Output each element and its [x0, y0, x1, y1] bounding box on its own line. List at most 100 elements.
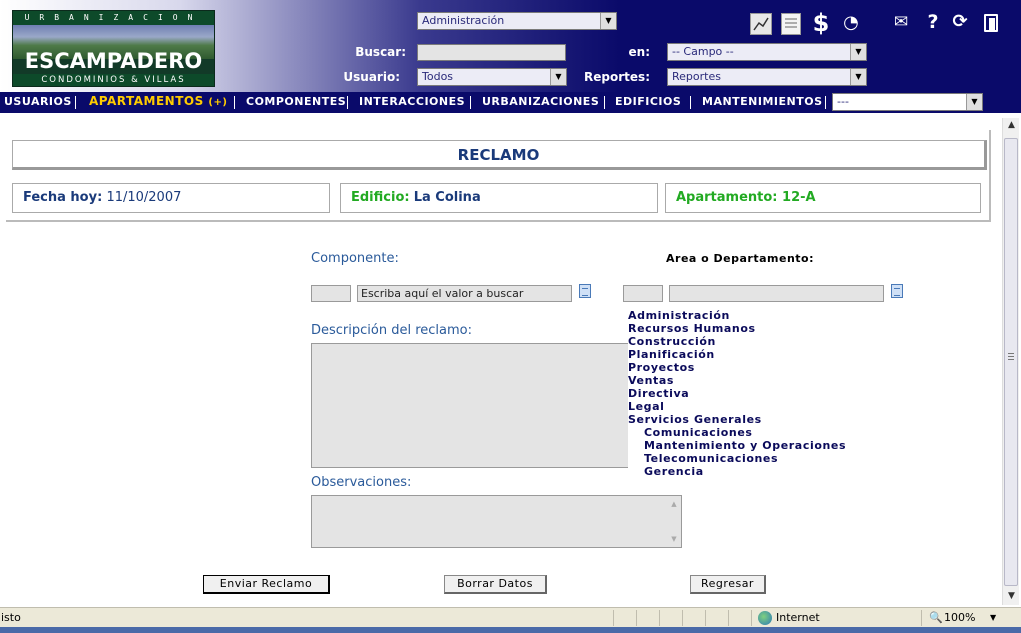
apartment-label: Apartamento:	[676, 190, 778, 205]
department-item[interactable]: Proyectos	[628, 361, 868, 374]
main-nav: USUARIOS APARTAMENTOS (+) COMPONENTES IN…	[0, 92, 1021, 113]
user-select-value: Todos	[422, 70, 454, 83]
area-label: Area o Departamento:	[666, 252, 814, 265]
scroll-up-icon[interactable]: ▲	[1003, 118, 1020, 132]
field-select[interactable]: -- Campo -- ▼	[667, 43, 867, 61]
nav-apartamentos[interactable]: APARTAMENTOS (+)	[89, 94, 227, 108]
claim-header-panel: RECLAMO Fecha hoy: 11/10/2007 Edificio: …	[6, 130, 991, 222]
nav-componentes[interactable]: COMPONENTES	[246, 95, 346, 108]
page-scrollbar[interactable]: ▲ ▼	[1002, 118, 1019, 605]
area-value-field[interactable]	[669, 285, 884, 302]
department-item[interactable]: Planificación	[628, 348, 868, 361]
zoom-level[interactable]: 100%	[944, 611, 975, 624]
nav-select[interactable]: --- ▼	[832, 93, 983, 111]
scroll-down-icon[interactable]: ▼	[1003, 589, 1020, 603]
send-claim-button[interactable]: Enviar Reclamo	[203, 575, 330, 594]
zoom-icon[interactable]: 🔍	[929, 611, 943, 624]
date-box: Fecha hoy: 11/10/2007	[12, 183, 330, 213]
back-button[interactable]: Regresar	[690, 575, 766, 594]
area-code-field[interactable]	[623, 285, 663, 302]
content-area: RECLAMO Fecha hoy: 11/10/2007 Edificio: …	[0, 113, 1002, 605]
document-icon[interactable]	[781, 13, 801, 35]
chevron-down-icon[interactable]: ▼	[990, 613, 996, 622]
apartment-value: 12-A	[782, 190, 816, 205]
description-textarea[interactable]	[311, 343, 629, 468]
logo-subtitle: CONDOMINIOS & VILLAS	[13, 74, 214, 86]
user-select[interactable]: Todos ▼	[417, 68, 567, 86]
status-divider	[728, 610, 729, 626]
header: URBANIZACION ESCAMPADERO CONDOMINIOS & V…	[0, 0, 1021, 92]
component-code-field[interactable]	[311, 285, 351, 302]
refresh-icon[interactable]: ⟳	[950, 11, 970, 32]
clear-data-button[interactable]: Borrar Datos	[444, 575, 547, 594]
component-lookup-icon[interactable]	[579, 284, 591, 298]
date-value: 11/10/2007	[106, 190, 182, 205]
nav-divider	[690, 96, 691, 109]
dollar-icon[interactable]: $	[810, 9, 832, 37]
field-select-value: -- Campo --	[672, 45, 734, 58]
component-label: Componente:	[311, 251, 399, 266]
department-item[interactable]: Ventas	[628, 374, 868, 387]
department-subitem[interactable]: Comunicaciones	[628, 426, 868, 439]
exit-icon[interactable]	[984, 14, 998, 32]
zone-text: Internet	[776, 611, 820, 624]
department-subitem[interactable]: Telecomunicaciones	[628, 452, 868, 465]
clock-icon[interactable]: ◔	[840, 12, 862, 33]
taskbar-strip	[0, 627, 1021, 633]
observations-textarea[interactable]: ▲ ▼	[311, 495, 682, 548]
nav-usuarios[interactable]: USUARIOS	[4, 95, 72, 108]
chevron-down-icon: ▼	[850, 44, 866, 60]
apartment-box: Apartamento: 12-A	[665, 183, 981, 213]
reports-select-value: Reportes	[672, 70, 721, 83]
status-divider	[636, 610, 637, 626]
module-select[interactable]: Administración ▼	[417, 12, 617, 30]
scroll-up-icon[interactable]: ▲	[669, 499, 679, 509]
area-lookup-icon[interactable]	[891, 284, 903, 298]
status-text: isto	[1, 611, 21, 624]
help-icon[interactable]: ?	[923, 11, 943, 33]
buscar-label: Buscar:	[355, 45, 406, 59]
status-divider	[659, 610, 660, 626]
status-divider	[705, 610, 706, 626]
nav-apartamentos-label: APARTAMENTOS	[89, 94, 204, 108]
nav-mantenimientos[interactable]: MANTENIMIENTOS	[702, 95, 823, 108]
status-divider	[613, 610, 614, 626]
nav-divider	[234, 96, 235, 109]
nav-active-suffix: (+)	[208, 97, 228, 108]
building-value: La Colina	[413, 190, 481, 205]
building-box: Edificio: La Colina	[340, 183, 658, 213]
chevron-down-icon: ▼	[600, 13, 616, 29]
scrollbar-thumb[interactable]	[1004, 138, 1018, 586]
component-search-field[interactable]: Escriba aquí el valor a buscar	[357, 285, 572, 302]
nav-urbanizaciones[interactable]: URBANIZACIONES	[482, 95, 599, 108]
nav-divider	[75, 96, 76, 109]
scroll-down-icon[interactable]: ▼	[669, 534, 679, 544]
nav-interacciones[interactable]: INTERACCIONES	[359, 95, 465, 108]
logo-top-text: URBANIZACION	[13, 11, 214, 25]
page-title: RECLAMO	[12, 140, 987, 170]
date-label: Fecha hoy:	[23, 190, 103, 205]
department-subitem[interactable]: Mantenimiento y Operaciones	[628, 439, 868, 452]
status-divider	[921, 610, 922, 626]
status-bar: isto Internet 🔍 100% ▼	[0, 607, 1021, 627]
usuario-label: Usuario:	[343, 70, 400, 84]
observations-label: Observaciones:	[311, 475, 412, 490]
department-item[interactable]: Directiva	[628, 387, 868, 400]
department-item[interactable]: Legal	[628, 400, 868, 413]
chevron-down-icon: ▼	[850, 69, 866, 85]
nav-divider	[825, 96, 826, 109]
globe-icon	[758, 611, 772, 625]
reports-select[interactable]: Reportes ▼	[667, 68, 867, 86]
chart-icon[interactable]	[750, 13, 772, 35]
mail-icon[interactable]: ✉	[890, 12, 912, 32]
department-item[interactable]: Servicios Generales	[628, 413, 868, 426]
department-item[interactable]: Construcción	[628, 335, 868, 348]
department-subitem[interactable]: Gerencia	[628, 465, 868, 478]
department-item[interactable]: Recursos Humanos	[628, 322, 868, 335]
logo-name: ESCAMPADERO	[24, 49, 203, 73]
search-input[interactable]	[417, 44, 566, 61]
chevron-down-icon: ▼	[966, 94, 982, 110]
browser-page: URBANIZACION ESCAMPADERO CONDOMINIOS & V…	[0, 0, 1021, 633]
department-item[interactable]: Administración	[628, 309, 868, 322]
nav-edificios[interactable]: EDIFICIOS	[615, 95, 681, 108]
